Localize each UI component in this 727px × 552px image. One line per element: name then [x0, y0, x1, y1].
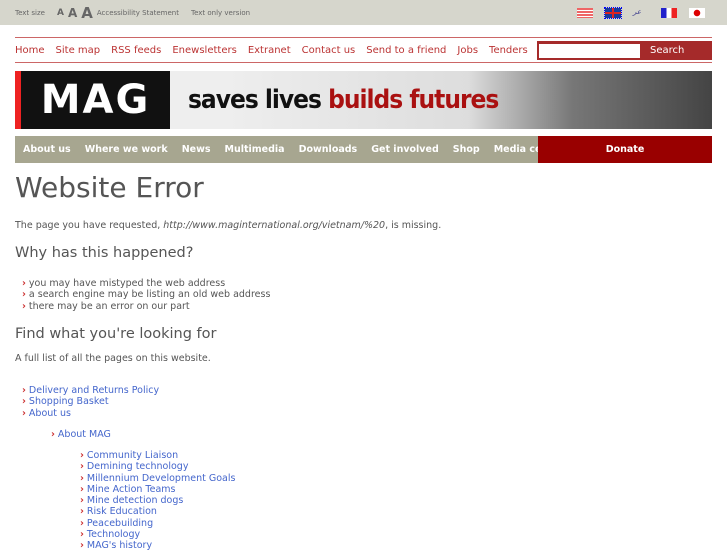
text-size-label: Text size	[15, 8, 45, 17]
why-heading: Why has this happened?	[15, 245, 194, 261]
japanese-flag-icon[interactable]	[689, 8, 705, 18]
sitemap-link[interactable]: Demining technology	[80, 461, 235, 472]
intro-text: The page you have requested, http://www.…	[15, 220, 441, 231]
sitemap-l2: About MAG	[51, 429, 111, 440]
sitemap-link[interactable]: Risk Education	[80, 506, 235, 517]
nav-shop[interactable]: Shop	[453, 144, 480, 155]
banner: MAG saves lives builds futures	[15, 71, 712, 129]
sitemap-link[interactable]: Technology	[80, 529, 235, 540]
sitemap-link[interactable]: About us	[22, 408, 159, 419]
link-rss[interactable]: RSS feeds	[111, 45, 161, 56]
text-size-small[interactable]: A	[57, 8, 64, 18]
sitemap-link[interactable]: Peacebuilding	[80, 518, 235, 529]
sitemap-link[interactable]: Shopping Basket	[22, 396, 159, 407]
page-title: Website Error	[15, 171, 204, 204]
link-jobs[interactable]: Jobs	[457, 45, 478, 56]
link-home[interactable]: Home	[15, 45, 45, 56]
nav-multimedia[interactable]: Multimedia	[225, 144, 285, 155]
uk-flag-icon[interactable]	[604, 7, 622, 19]
link-site-map[interactable]: Site map	[56, 45, 101, 56]
mag-logo[interactable]: MAG	[15, 71, 170, 129]
main-nav: About us Where we work News Multimedia D…	[15, 136, 712, 163]
nav-where[interactable]: Where we work	[85, 144, 168, 155]
nav-downloads[interactable]: Downloads	[299, 144, 358, 155]
search-box: Search	[537, 41, 712, 60]
utility-bar: Text size A A A Accessibility Statement …	[0, 0, 727, 25]
sitemap-link[interactable]: Millennium Development Goals	[80, 473, 236, 484]
text-size-medium[interactable]: A	[68, 6, 77, 20]
accessibility-link[interactable]: Accessibility Statement	[97, 9, 179, 17]
list-item: you may have mistyped the web address	[22, 278, 270, 289]
sitemap-l3: Community Liaison Demining technology Mi…	[80, 450, 236, 552]
sitemap-link[interactable]: Delivery and Returns Policy	[22, 385, 159, 396]
reasons-list: you may have mistyped the web address a …	[22, 278, 270, 312]
intro-pre: The page you have requested,	[15, 220, 164, 231]
donate-button[interactable]: Donate	[538, 136, 712, 163]
search-input[interactable]	[539, 43, 640, 58]
list-item: there may be an error on our part	[22, 301, 270, 312]
sitemap-link[interactable]: MAG's history	[80, 540, 235, 551]
sitemap-link[interactable]: Community Liaison	[80, 450, 235, 461]
find-heading: Find what you're looking for	[15, 326, 217, 342]
text-size-large[interactable]: A	[81, 4, 93, 22]
link-extranet[interactable]: Extranet	[248, 45, 291, 56]
search-button[interactable]: Search	[650, 45, 684, 56]
arabic-flag-icon[interactable]: عر	[633, 8, 649, 18]
sitemap-link[interactable]: About MAG	[51, 429, 111, 440]
sitemap-l1: Delivery and Returns Policy Shopping Bas…	[22, 385, 159, 419]
text-only-link[interactable]: Text only version	[191, 9, 250, 17]
missing-url: http://www.maginternational.org/vietnam/…	[163, 220, 386, 231]
find-text: A full list of all the pages on this web…	[15, 353, 211, 364]
link-send-friend[interactable]: Send to a friend	[366, 45, 446, 56]
french-flag-icon[interactable]	[661, 8, 677, 18]
nav-get-involved[interactable]: Get involved	[371, 144, 439, 155]
link-enewsletters[interactable]: Enewsletters	[172, 45, 236, 56]
link-contact[interactable]: Contact us	[302, 45, 356, 56]
sitemap-link[interactable]: Mine Action Teams	[80, 484, 235, 495]
nav-about[interactable]: About us	[23, 144, 71, 155]
top-links: Home Site map RSS feeds Enewsletters Ext…	[15, 37, 712, 63]
us-flag-icon[interactable]	[577, 8, 593, 18]
tagline-2: builds futures	[328, 85, 499, 115]
sitemap-link[interactable]: Mine detection dogs	[80, 495, 235, 506]
link-tenders[interactable]: Tenders	[489, 45, 528, 56]
intro-post: , is missing.	[385, 220, 442, 231]
list-item: a search engine may be listing an old we…	[22, 289, 270, 300]
tagline: saves lives builds futures	[188, 85, 499, 115]
tagline-1: saves lives	[188, 85, 322, 115]
nav-news[interactable]: News	[182, 144, 211, 155]
